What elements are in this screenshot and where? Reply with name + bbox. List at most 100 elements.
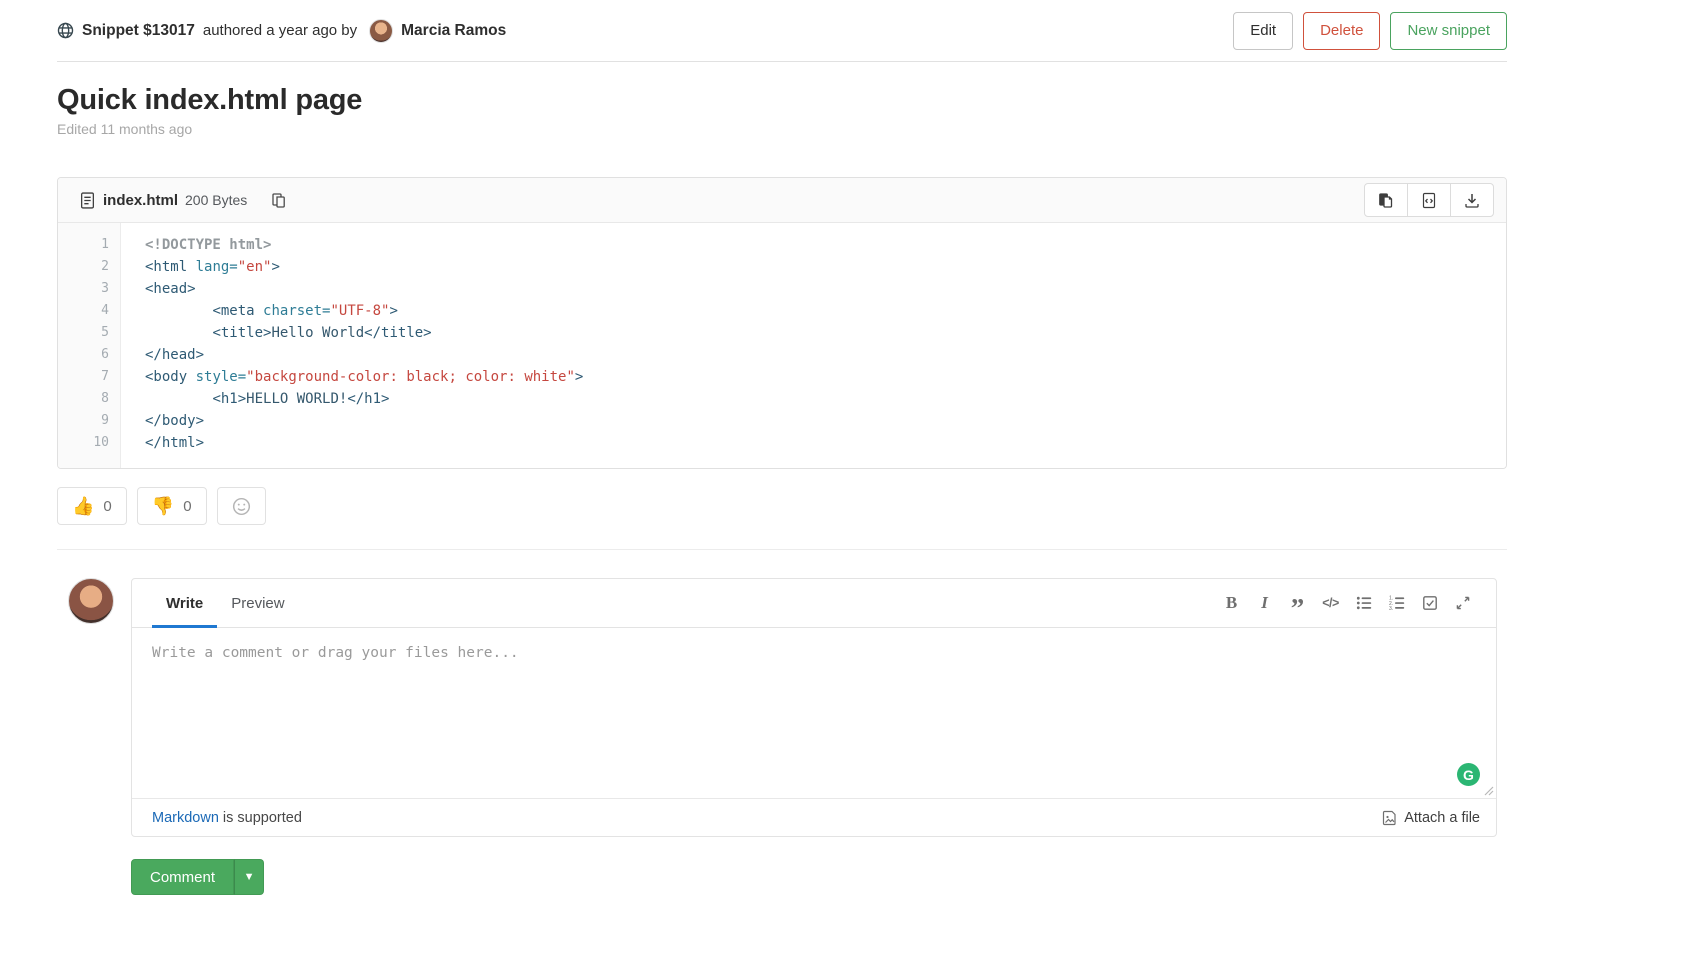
snippet-header-bar: Snippet $13017 authored a year ago by Ma… (57, 0, 1507, 62)
author-avatar-small[interactable] (369, 19, 393, 43)
comment-actions: Comment ▼ (131, 859, 1507, 895)
line-number[interactable]: 2 (58, 256, 120, 278)
line-number[interactable]: 10 (58, 432, 120, 454)
attach-image-icon (1382, 810, 1397, 826)
line-numbers: 12345678910 (58, 223, 121, 468)
markdown-tabs-row: Write Preview B I ” </> (132, 579, 1496, 628)
bold-button[interactable]: B (1218, 588, 1245, 618)
comment-footer: Markdown is supported Attach a file (132, 798, 1496, 836)
code-viewer: 12345678910 <!DOCTYPE html><html lang="e… (58, 223, 1506, 468)
chevron-down-icon: ▼ (244, 871, 255, 883)
file-document-icon (80, 192, 95, 209)
task-list-button[interactable] (1416, 588, 1443, 618)
bulleted-list-icon (1356, 595, 1372, 611)
bold-icon: B (1226, 593, 1237, 613)
numbered-list-icon: 1. 2. 3. (1389, 595, 1405, 611)
file-action-group (1364, 183, 1494, 217)
code-line: <head> (145, 278, 583, 300)
new-snippet-button[interactable]: New snippet (1390, 12, 1507, 50)
smiley-add-reaction-icon (232, 497, 251, 516)
globe-icon (57, 22, 74, 39)
open-raw-icon (1421, 192, 1437, 209)
open-raw-button[interactable] (1407, 183, 1451, 217)
section-divider (57, 549, 1507, 550)
authored-text: authored a year ago by (203, 22, 357, 39)
delete-button[interactable]: Delete (1303, 12, 1380, 50)
line-number[interactable]: 1 (58, 234, 120, 256)
file-card: index.html 200 Bytes (57, 177, 1507, 469)
markdown-toolbar: B I ” </> (1218, 579, 1476, 627)
thumbs-down-button[interactable]: 👎 0 (137, 487, 207, 525)
code-icon: </> (1322, 596, 1339, 610)
markdown-supported-text: is supported (219, 810, 302, 826)
tab-write[interactable]: Write (152, 579, 217, 627)
thumbs-up-count: 0 (103, 498, 111, 515)
task-list-icon (1422, 595, 1438, 611)
comment-input[interactable] (132, 628, 1496, 798)
comment-textarea-wrap: G (132, 628, 1496, 798)
line-number[interactable]: 6 (58, 344, 120, 366)
line-number[interactable]: 9 (58, 410, 120, 432)
current-user-avatar-wrap (57, 578, 114, 624)
thumbs-down-icon: 👎 (152, 497, 174, 515)
copy-contents-button[interactable] (1364, 183, 1408, 217)
code-line: <h1>HELLO WORLD!</h1> (145, 388, 583, 410)
grammarly-icon[interactable]: G (1457, 763, 1480, 786)
quote-button[interactable]: ” (1284, 588, 1311, 618)
download-icon (1464, 192, 1480, 209)
code-line: </body> (145, 410, 583, 432)
italic-button[interactable]: I (1251, 588, 1278, 618)
snippet-id-label: Snippet $13017 (82, 22, 195, 40)
comment-submit-button[interactable]: Comment (131, 859, 234, 895)
numbered-list-button[interactable]: 1. 2. 3. (1383, 588, 1410, 618)
copy-file-path-icon (271, 192, 287, 209)
line-number[interactable]: 5 (58, 322, 120, 344)
italic-icon: I (1261, 593, 1268, 613)
attach-file-button[interactable]: Attach a file (1382, 810, 1480, 826)
line-number[interactable]: 7 (58, 366, 120, 388)
copy-file-path-button[interactable] (265, 188, 293, 213)
line-number[interactable]: 4 (58, 300, 120, 322)
thumbs-up-icon: 👍 (72, 497, 94, 515)
page-container: Snippet $13017 authored a year ago by Ma… (57, 0, 1507, 895)
snippet-meta: Snippet $13017 authored a year ago by Ma… (57, 19, 506, 43)
snippet-actions: Edit Delete New snippet (1233, 12, 1507, 50)
code-line: </html> (145, 432, 583, 454)
fullscreen-icon (1455, 595, 1471, 611)
tab-preview[interactable]: Preview (217, 579, 298, 627)
edited-timestamp: Edited 11 months ago (57, 121, 1507, 137)
comment-dropdown-toggle[interactable]: ▼ (234, 859, 264, 895)
code-line: <meta charset="UTF-8"> (145, 300, 583, 322)
download-button[interactable] (1450, 183, 1494, 217)
copy-contents-icon (1378, 192, 1394, 209)
award-emoji-row: 👍 0 👎 0 (57, 487, 1507, 525)
edit-button[interactable]: Edit (1233, 12, 1293, 50)
code-line: <body style="background-color: black; co… (145, 366, 583, 388)
code-lines: <!DOCTYPE html><html lang="en"><head> <m… (121, 223, 583, 468)
file-name: index.html (103, 192, 178, 209)
new-comment-section: Write Preview B I ” </> (57, 578, 1507, 837)
author-name[interactable]: Marcia Ramos (401, 22, 506, 40)
code-line: <!DOCTYPE html> (145, 234, 583, 256)
bulleted-list-button[interactable] (1350, 588, 1377, 618)
code-line: <html lang="en"> (145, 256, 583, 278)
add-reaction-button[interactable] (217, 487, 266, 525)
line-number[interactable]: 8 (58, 388, 120, 410)
code-line: <title>Hello World</title> (145, 322, 583, 344)
page-title: Quick index.html page (57, 84, 1507, 117)
svg-text:3.: 3. (1389, 606, 1393, 611)
current-user-avatar (68, 578, 114, 624)
file-header: index.html 200 Bytes (58, 178, 1506, 223)
fullscreen-button[interactable] (1449, 588, 1476, 618)
quote-icon: ” (1291, 593, 1305, 613)
attach-file-label: Attach a file (1404, 810, 1480, 826)
file-size: 200 Bytes (185, 192, 247, 208)
thumbs-up-button[interactable]: 👍 0 (57, 487, 127, 525)
thumbs-down-count: 0 (183, 498, 191, 515)
line-number[interactable]: 3 (58, 278, 120, 300)
code-button[interactable]: </> (1317, 588, 1344, 618)
markdown-help-link[interactable]: Markdown (152, 810, 219, 826)
title-block: Quick index.html page Edited 11 months a… (57, 84, 1507, 137)
comment-form-card: Write Preview B I ” </> (131, 578, 1497, 837)
textarea-resize-handle[interactable] (1482, 784, 1494, 796)
